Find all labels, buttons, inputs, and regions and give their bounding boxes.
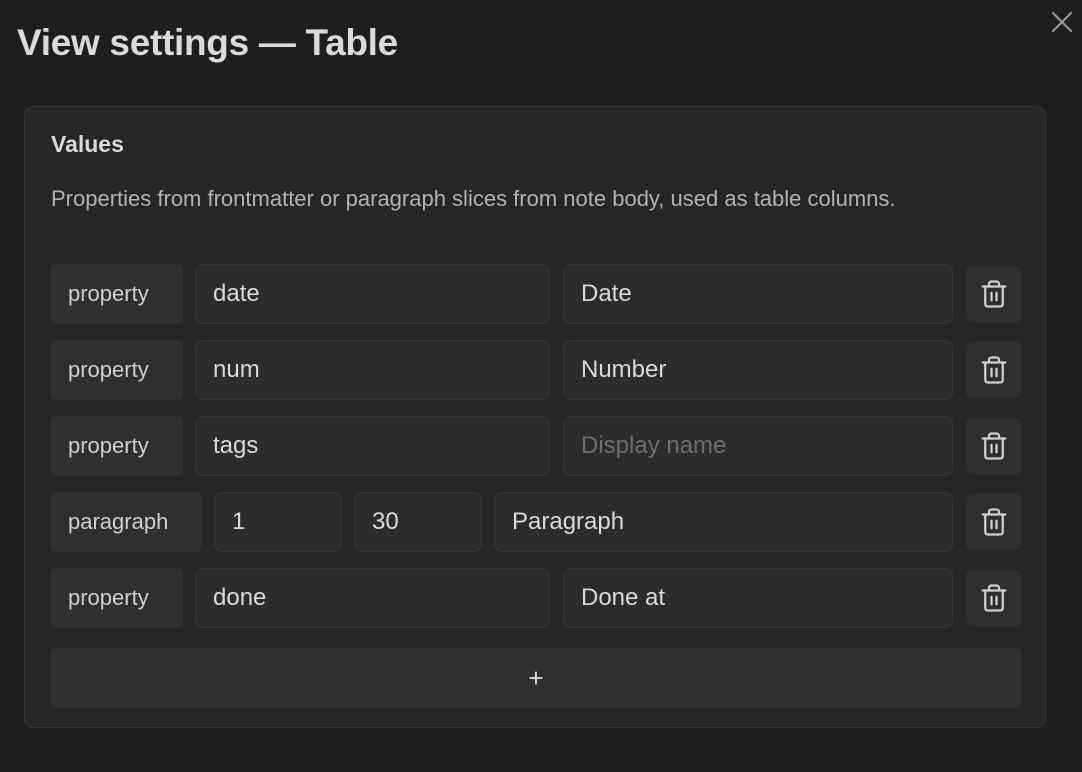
display-name-input[interactable] (563, 416, 953, 476)
display-name-input[interactable] (563, 264, 953, 324)
modal-title: View settings — Table (17, 22, 398, 63)
delete-row-button[interactable] (966, 570, 1022, 626)
paragraph-from-input[interactable] (214, 492, 342, 552)
paragraph-to-input[interactable] (354, 492, 482, 552)
values-description: Properties from frontmatter or paragraph… (51, 186, 896, 211)
close-icon (1052, 12, 1072, 32)
delete-row-button[interactable] (966, 494, 1022, 550)
trash-icon (981, 584, 1007, 612)
value-type-tag: property (50, 340, 183, 400)
value-type-tag: paragraph (50, 492, 202, 552)
delete-row-button[interactable] (966, 266, 1022, 322)
trash-icon (981, 356, 1007, 384)
view-settings-modal: View settings — Table Values Properties … (0, 0, 1082, 772)
value-type-tag: property (50, 416, 183, 476)
values-card: Values Properties from frontmatter or pa… (24, 106, 1046, 728)
delete-row-button[interactable] (966, 418, 1022, 474)
trash-icon (981, 508, 1007, 536)
value-row: property (50, 340, 1024, 400)
add-value-button[interactable]: + (50, 648, 1022, 708)
display-name-input[interactable] (563, 340, 953, 400)
display-name-input[interactable] (494, 492, 953, 552)
property-key-input[interactable] (195, 264, 550, 324)
property-key-input[interactable] (195, 416, 550, 476)
value-type-tag: property (50, 568, 183, 628)
value-row: property (50, 264, 1024, 324)
value-row: property (50, 568, 1024, 628)
trash-icon (981, 432, 1007, 460)
delete-row-button[interactable] (966, 342, 1022, 398)
value-row: paragraph (50, 492, 1024, 552)
trash-icon (981, 280, 1007, 308)
value-type-tag: property (50, 264, 183, 324)
display-name-input[interactable] (563, 568, 953, 628)
values-heading: Values (51, 131, 124, 157)
value-row: property (50, 416, 1024, 476)
close-button[interactable] (1048, 8, 1076, 36)
property-key-input[interactable] (195, 340, 550, 400)
property-key-input[interactable] (195, 568, 550, 628)
